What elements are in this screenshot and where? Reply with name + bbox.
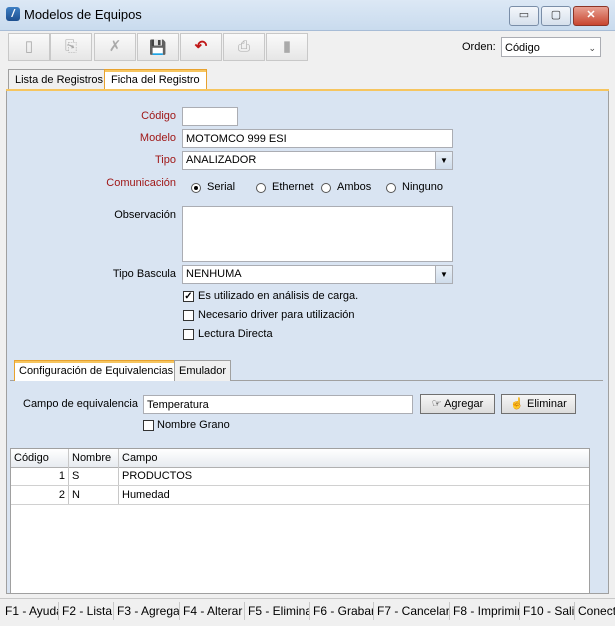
status-conectado: Conectado [578,604,615,618]
orden-value: Código [505,42,540,54]
observacion-label: Observación [114,209,176,221]
checkbox-analisis-carga-label: Es utilizado en análisis de carga. [198,290,359,302]
delete-button[interactable]: ✗ [94,33,136,61]
cell-codigo: 1 [11,467,69,485]
campo-equivalencia-label: Campo de equivalencia [23,398,138,410]
delete-icon: ✗ [108,38,122,55]
status-f8[interactable]: F8 - Imprimir [450,602,520,620]
campo-equivalencia-field[interactable]: Temperatura [143,395,413,414]
copy-icon: ⎘ [64,38,77,55]
panel-accent [6,89,609,91]
cell-campo: Humedad [122,489,170,501]
cell-nombre: S [69,467,119,485]
orden-label: Orden: [462,41,496,53]
codigo-label: Código [141,110,176,122]
save-button[interactable]: 💾 [137,33,179,61]
window-title: Modelos de Equipos [24,7,142,22]
checkbox-lectura-directa-label: Lectura Directa [198,328,273,340]
new-button[interactable]: ▯ [8,33,50,61]
maximize-button[interactable]: ▢ [541,6,571,26]
cell-nombre: N [69,486,119,504]
minimize-icon: ▭ [518,9,530,21]
close-button[interactable]: ✕ [573,6,609,26]
column-header-campo[interactable]: Campo [119,449,589,467]
radio-ethernet[interactable] [256,183,266,193]
radio-ninguno[interactable] [386,183,396,193]
chevron-down-icon: ▼ [435,266,452,283]
tab-label: Lista de Registros [15,74,104,86]
table-row[interactable]: 1 S PRODUCTOS [11,467,589,486]
save-icon: 💾 [149,39,167,55]
tab-lista-registros[interactable]: Lista de Registros [8,69,111,90]
tipo-value: ANALIZADOR [186,154,257,166]
agregar-label: Agregar [444,398,484,410]
checkbox-driver-label: Necesario driver para utilización [198,309,355,321]
tab-label: Emulador [179,365,227,377]
status-f10[interactable]: F10 - Salir [520,602,575,620]
codigo-field[interactable] [182,107,238,126]
cell-campo: PRODUCTOS [122,470,193,482]
radio-ninguno-label: Ninguno [402,181,443,193]
tipo-bascula-select[interactable]: NENHUMA ▼ [182,265,453,284]
app-icon: / [6,7,20,21]
radio-serial[interactable] [191,183,201,193]
checkbox-analisis-carga[interactable]: ✓ [183,291,194,302]
maximize-icon: ▢ [550,9,562,21]
status-f2[interactable]: F2 - Lista [59,602,114,620]
print-icon: ⎙ [237,38,250,55]
hand-point-icon: ☞ [431,398,442,410]
observacion-textarea[interactable] [182,206,453,262]
undo-button[interactable]: ↶ [180,33,222,61]
radio-ethernet-label: Ethernet [272,181,314,193]
tab-label: Configuración de Equivalencias [19,365,174,377]
export-button[interactable]: ▮ [266,33,308,61]
checkbox-nombre-grano[interactable] [143,420,154,431]
print-button[interactable]: ⎙ [223,33,265,61]
hand-point-icon: ☝ [510,398,524,410]
status-f7[interactable]: F7 - Cancelar [374,602,450,620]
chevron-down-icon: ⌄ [588,43,596,53]
status-f4[interactable]: F4 - Alterar [180,602,245,620]
eliminar-button[interactable]: ☝ Eliminar [501,394,576,414]
table-header: Código Nombre Campo [11,449,589,468]
column-header-codigo[interactable]: Código [11,449,69,467]
radio-serial-label: Serial [207,181,236,193]
tipo-select[interactable]: ANALIZADOR ▼ [182,151,453,170]
radio-ambos-label: Ambos [337,181,372,193]
status-f1[interactable]: F1 - Ayuda [2,602,59,620]
tab-configuracion-equivalencias[interactable]: Configuración de Equivalencias [14,360,179,381]
export-icon: ▮ [282,38,292,55]
cell-codigo: 2 [11,486,69,504]
minimize-button[interactable]: ▭ [509,6,539,26]
checkbox-driver[interactable] [183,310,194,321]
undo-icon: ↶ [194,38,208,55]
orden-select[interactable]: Código ⌄ [501,37,601,57]
modelo-label: Modelo [139,132,176,144]
tab-emulador[interactable]: Emulador [174,360,232,381]
tipo-bascula-value: NENHUMA [186,268,242,280]
status-f3[interactable]: F3 - Agregar [114,602,180,620]
comunicacion-label: Comunicación [106,177,176,189]
chevron-down-icon: ▼ [435,152,452,169]
eliminar-label: Eliminar [527,398,567,410]
column-header-nombre[interactable]: Nombre [69,449,119,467]
tipo-bascula-label: Tipo Bascula [112,268,176,280]
status-f6[interactable]: F6 - Grabar [310,602,374,620]
status-f5[interactable]: F5 - Eliminar [245,602,310,620]
radio-ambos[interactable] [321,183,331,193]
tipo-label: Tipo [155,154,176,166]
table-row[interactable]: 2 N Humedad [11,486,589,505]
tab-ficha-registro[interactable]: Ficha del Registro [104,69,207,90]
tab-label: Ficha del Registro [111,74,200,86]
nombre-grano-label: Nombre Grano [157,419,230,431]
copy-button[interactable]: ⎘ [50,33,92,61]
equivalencias-table: Código Nombre Campo 1 S PRODUCTOS 2 N Hu… [10,448,590,594]
modelo-field[interactable]: MOTOMCO 999 ESI [182,129,453,148]
close-icon: ✕ [586,9,596,21]
checkbox-lectura-directa[interactable] [183,329,194,340]
new-icon: ▯ [24,38,34,55]
agregar-button[interactable]: ☞ Agregar [420,394,495,414]
